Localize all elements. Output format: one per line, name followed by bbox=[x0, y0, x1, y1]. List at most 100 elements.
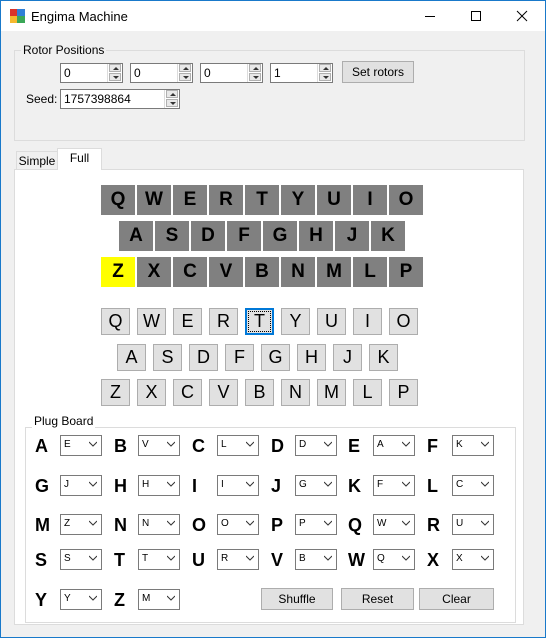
plug-label-z: Z bbox=[114, 590, 125, 610]
key-f-button[interactable]: F bbox=[225, 344, 254, 371]
tab-simple[interactable]: Simple bbox=[16, 151, 58, 171]
plug-select-z[interactable]: M bbox=[138, 589, 180, 610]
key-u-button[interactable]: U bbox=[317, 308, 346, 335]
lamp-o: O bbox=[389, 185, 423, 215]
key-b-button[interactable]: B bbox=[245, 379, 274, 406]
plug-select-n[interactable]: N bbox=[138, 514, 180, 535]
plug-select-e[interactable]: A bbox=[373, 435, 415, 456]
plug-select-x[interactable]: X bbox=[452, 549, 494, 570]
plug-select-y[interactable]: Y bbox=[60, 589, 102, 610]
spin-down-icon[interactable] bbox=[249, 73, 261, 81]
plug-select-j[interactable]: G bbox=[295, 475, 337, 496]
plug-label-c: C bbox=[192, 436, 205, 456]
rotor-4-value: 1 bbox=[274, 66, 281, 80]
seed-value: 1757398864 bbox=[64, 92, 131, 106]
spin-down-icon[interactable] bbox=[166, 99, 178, 107]
plug-label-b: B bbox=[114, 436, 127, 456]
key-o-button[interactable]: O bbox=[389, 308, 418, 335]
key-h-button[interactable]: H bbox=[297, 344, 326, 371]
tab-full[interactable]: Full bbox=[57, 148, 102, 170]
key-x-button[interactable]: X bbox=[137, 379, 166, 406]
chevron-down-icon bbox=[167, 441, 175, 447]
chevron-down-icon bbox=[89, 555, 97, 561]
key-k-button[interactable]: K bbox=[369, 344, 398, 371]
spin-down-icon[interactable] bbox=[179, 73, 191, 81]
key-g-button[interactable]: G bbox=[261, 344, 290, 371]
minimize-button[interactable] bbox=[407, 1, 453, 31]
key-r-button[interactable]: R bbox=[209, 308, 238, 335]
spin-down-icon[interactable] bbox=[109, 73, 121, 81]
rotor-3-stepper[interactable]: 0 bbox=[200, 63, 263, 83]
plug-select-h[interactable]: H bbox=[138, 475, 180, 496]
plug-select-i[interactable]: I bbox=[217, 475, 259, 496]
key-m-button[interactable]: M bbox=[317, 379, 346, 406]
key-j-button[interactable]: J bbox=[333, 344, 362, 371]
key-n-button[interactable]: N bbox=[281, 379, 310, 406]
plug-select-value: Y bbox=[64, 593, 71, 604]
plug-select-q[interactable]: W bbox=[373, 514, 415, 535]
rotor-1-stepper[interactable]: 0 bbox=[60, 63, 123, 83]
plug-select-s[interactable]: S bbox=[60, 549, 102, 570]
close-button[interactable] bbox=[499, 1, 545, 31]
plug-select-w[interactable]: Q bbox=[373, 549, 415, 570]
key-q-button[interactable]: Q bbox=[101, 308, 130, 335]
key-v-button[interactable]: V bbox=[209, 379, 238, 406]
plug-select-o[interactable]: O bbox=[217, 514, 259, 535]
plug-select-l[interactable]: C bbox=[452, 475, 494, 496]
rotor-4-stepper[interactable]: 1 bbox=[270, 63, 333, 83]
key-c-button[interactable]: C bbox=[173, 379, 202, 406]
spin-down-icon[interactable] bbox=[319, 73, 331, 81]
plug-select-b[interactable]: V bbox=[138, 435, 180, 456]
title-bar[interactable]: Engima Machine bbox=[1, 1, 545, 31]
plug-select-r[interactable]: U bbox=[452, 514, 494, 535]
plug-select-d[interactable]: D bbox=[295, 435, 337, 456]
plug-label-i: I bbox=[192, 476, 198, 496]
set-rotors-button[interactable]: Set rotors bbox=[342, 61, 414, 83]
key-d-button[interactable]: D bbox=[189, 344, 218, 371]
key-z-button[interactable]: Z bbox=[101, 379, 130, 406]
chevron-down-icon bbox=[402, 481, 410, 487]
plug-select-k[interactable]: F bbox=[373, 475, 415, 496]
spin-up-icon[interactable] bbox=[249, 64, 261, 72]
plug-select-value: I bbox=[221, 479, 224, 490]
plug-select-g[interactable]: J bbox=[60, 475, 102, 496]
plug-select-u[interactable]: R bbox=[217, 549, 259, 570]
key-a-button[interactable]: A bbox=[117, 344, 146, 371]
spin-up-icon[interactable] bbox=[109, 64, 121, 72]
key-w-button[interactable]: W bbox=[137, 308, 166, 335]
spin-up-icon[interactable] bbox=[166, 90, 178, 98]
rotor-2-stepper[interactable]: 0 bbox=[130, 63, 193, 83]
spin-up-icon[interactable] bbox=[319, 64, 331, 72]
plug-select-value: E bbox=[64, 439, 71, 450]
plug-select-value: X bbox=[456, 553, 463, 564]
seed-stepper[interactable]: 1757398864 bbox=[60, 89, 180, 109]
plug-label-n: N bbox=[114, 515, 127, 535]
reset-button[interactable]: Reset bbox=[341, 588, 414, 610]
plug-label-m: M bbox=[35, 515, 50, 535]
plug-select-p[interactable]: P bbox=[295, 514, 337, 535]
plug-label-d: D bbox=[271, 436, 284, 456]
key-s-button[interactable]: S bbox=[153, 344, 182, 371]
key-e-button[interactable]: E bbox=[173, 308, 202, 335]
key-i-button[interactable]: I bbox=[353, 308, 382, 335]
spin-up-icon[interactable] bbox=[179, 64, 191, 72]
plug-select-m[interactable]: Z bbox=[60, 514, 102, 535]
plug-select-v[interactable]: B bbox=[295, 549, 337, 570]
plug-select-t[interactable]: T bbox=[138, 549, 180, 570]
plug-label-w: W bbox=[348, 550, 365, 570]
key-l-button[interactable]: L bbox=[353, 379, 382, 406]
plug-select-c[interactable]: L bbox=[217, 435, 259, 456]
clear-button[interactable]: Clear bbox=[419, 588, 494, 610]
key-y-button[interactable]: Y bbox=[281, 308, 310, 335]
key-t-button[interactable]: T bbox=[245, 308, 274, 335]
plug-label-q: Q bbox=[348, 515, 363, 535]
rotor-3-value: 0 bbox=[204, 66, 211, 80]
key-p-button[interactable]: P bbox=[389, 379, 418, 406]
plug-select-value: A bbox=[377, 439, 384, 450]
maximize-button[interactable] bbox=[453, 1, 499, 31]
chevron-down-icon bbox=[167, 520, 175, 526]
shuffle-button[interactable]: Shuffle bbox=[261, 588, 333, 610]
plug-select-f[interactable]: K bbox=[452, 435, 494, 456]
plug-select-a[interactable]: E bbox=[60, 435, 102, 456]
plug-select-value: R bbox=[221, 553, 229, 564]
